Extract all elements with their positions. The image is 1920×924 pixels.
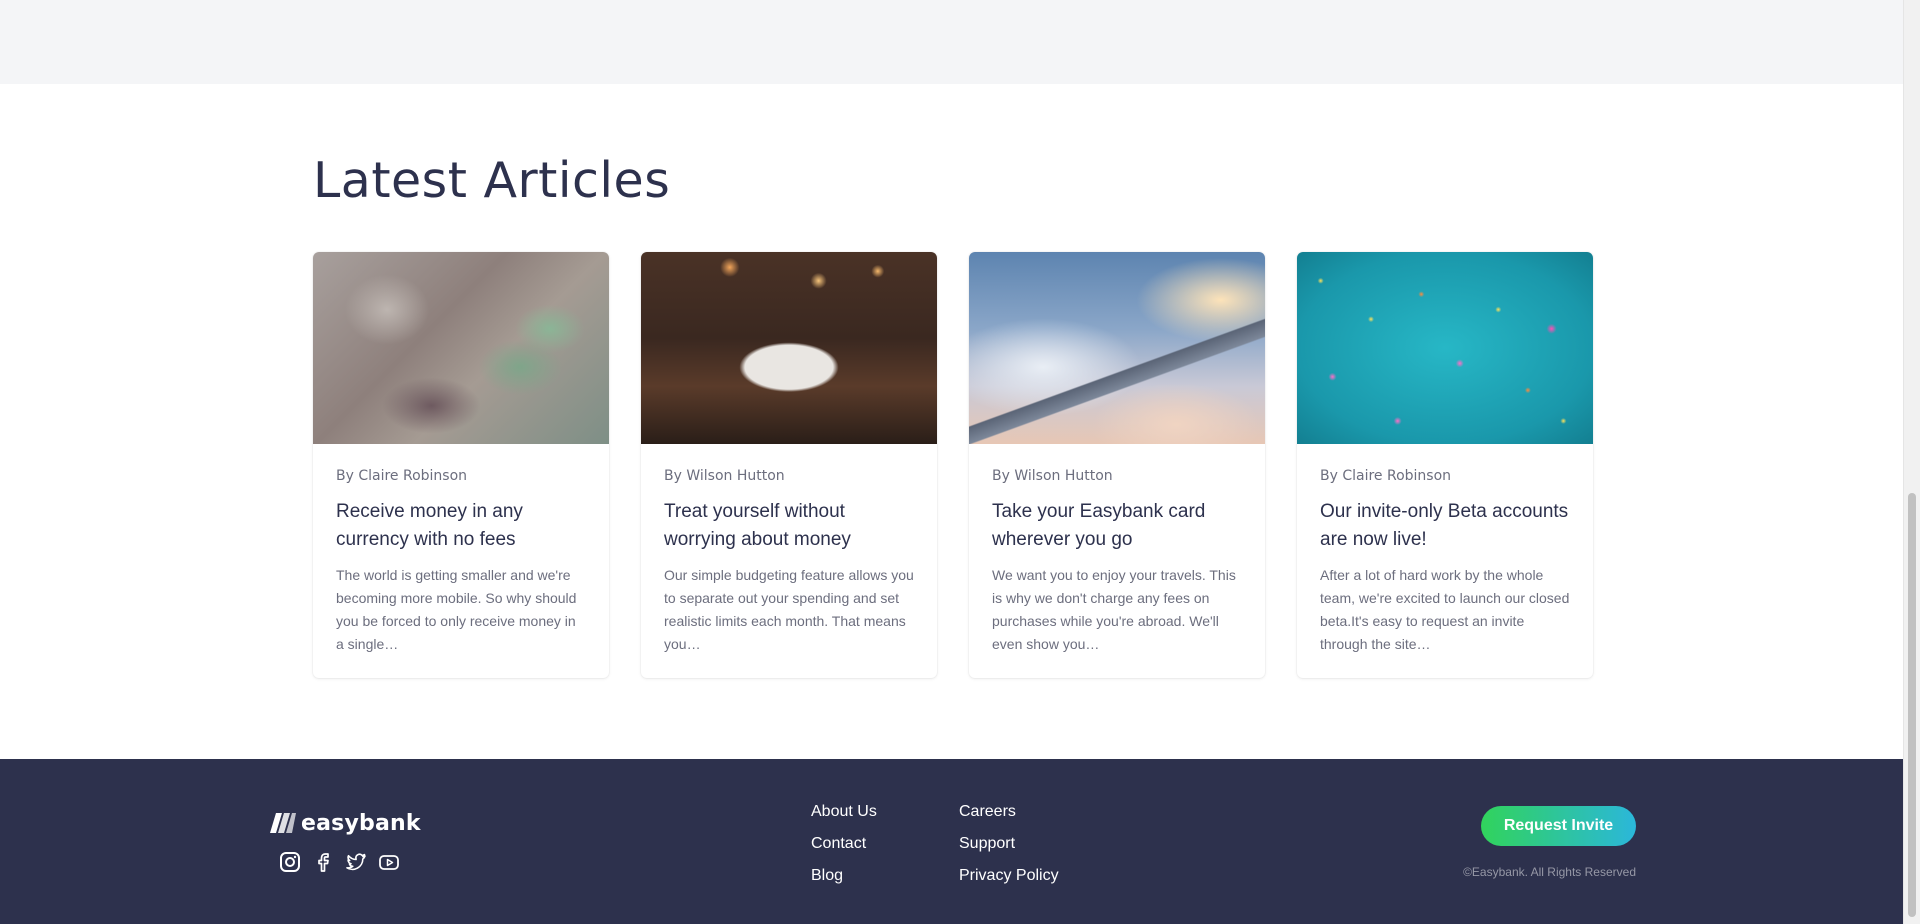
section-title: Latest Articles xyxy=(313,152,671,209)
article-excerpt: After a lot of hard work by the whole te… xyxy=(1320,567,1570,652)
top-band xyxy=(0,0,1904,84)
article-card[interactable]: By Wilson Hutton Take your Easybank card… xyxy=(969,252,1265,678)
easybank-logo-icon xyxy=(270,813,296,833)
article-author: By Wilson Hutton xyxy=(992,468,1113,484)
article-title[interactable]: Treat yourself without worrying about mo… xyxy=(664,498,914,554)
facebook-icon[interactable] xyxy=(312,851,334,873)
scrollbar-thumb[interactable] xyxy=(1908,493,1916,917)
social-links xyxy=(279,851,400,873)
article-title[interactable]: Take your Easybank card wherever you go xyxy=(992,498,1242,554)
footer-link-blog[interactable]: Blog xyxy=(811,865,959,887)
article-author: By Wilson Hutton xyxy=(664,468,785,484)
article-image-money xyxy=(313,252,609,444)
article-title[interactable]: Our invite-only Beta accounts are now li… xyxy=(1320,498,1570,554)
footer-link-privacy-policy[interactable]: Privacy Policy xyxy=(959,865,1119,887)
article-title[interactable]: Receive money in any currency with no fe… xyxy=(336,498,586,554)
twitter-icon[interactable] xyxy=(345,851,367,873)
footer: easybank About Us Careers Contact Suppor… xyxy=(0,759,1904,924)
footer-link-support[interactable]: Support xyxy=(959,833,1119,855)
article-image-confetti xyxy=(1297,252,1593,444)
vertical-scrollbar[interactable] xyxy=(1903,0,1920,924)
request-invite-button[interactable]: Request Invite xyxy=(1481,806,1636,846)
article-excerpt: We want you to enjoy your travels. This … xyxy=(992,567,1236,652)
footer-logo[interactable]: easybank xyxy=(270,810,421,836)
article-card[interactable]: By Claire Robinson Our invite-only Beta … xyxy=(1297,252,1593,678)
article-card[interactable]: By Wilson Hutton Treat yourself without … xyxy=(641,252,937,678)
instagram-icon[interactable] xyxy=(279,851,301,873)
footer-link-careers[interactable]: Careers xyxy=(959,801,1119,823)
footer-nav: About Us Careers Contact Support Blog Pr… xyxy=(811,801,1119,887)
article-image-plane xyxy=(969,252,1265,444)
article-author: By Claire Robinson xyxy=(336,468,468,484)
article-excerpt: The world is getting smaller and we're b… xyxy=(336,567,577,652)
article-excerpt: Our simple budgeting feature allows you … xyxy=(664,567,914,652)
article-image-dining xyxy=(641,252,937,444)
copyright-text: ©Easybank. All Rights Reserved xyxy=(1463,865,1636,879)
youtube-icon[interactable] xyxy=(378,851,400,873)
footer-link-about-us[interactable]: About Us xyxy=(811,801,959,823)
page: Latest Articles By Claire Robinson Recei… xyxy=(0,0,1920,924)
latest-articles-section: Latest Articles By Claire Robinson Recei… xyxy=(0,84,1904,759)
article-author: By Claire Robinson xyxy=(1320,468,1452,484)
logo-text: easybank xyxy=(301,810,421,836)
footer-link-contact[interactable]: Contact xyxy=(811,833,959,855)
article-card[interactable]: By Claire Robinson Receive money in any … xyxy=(313,252,609,678)
